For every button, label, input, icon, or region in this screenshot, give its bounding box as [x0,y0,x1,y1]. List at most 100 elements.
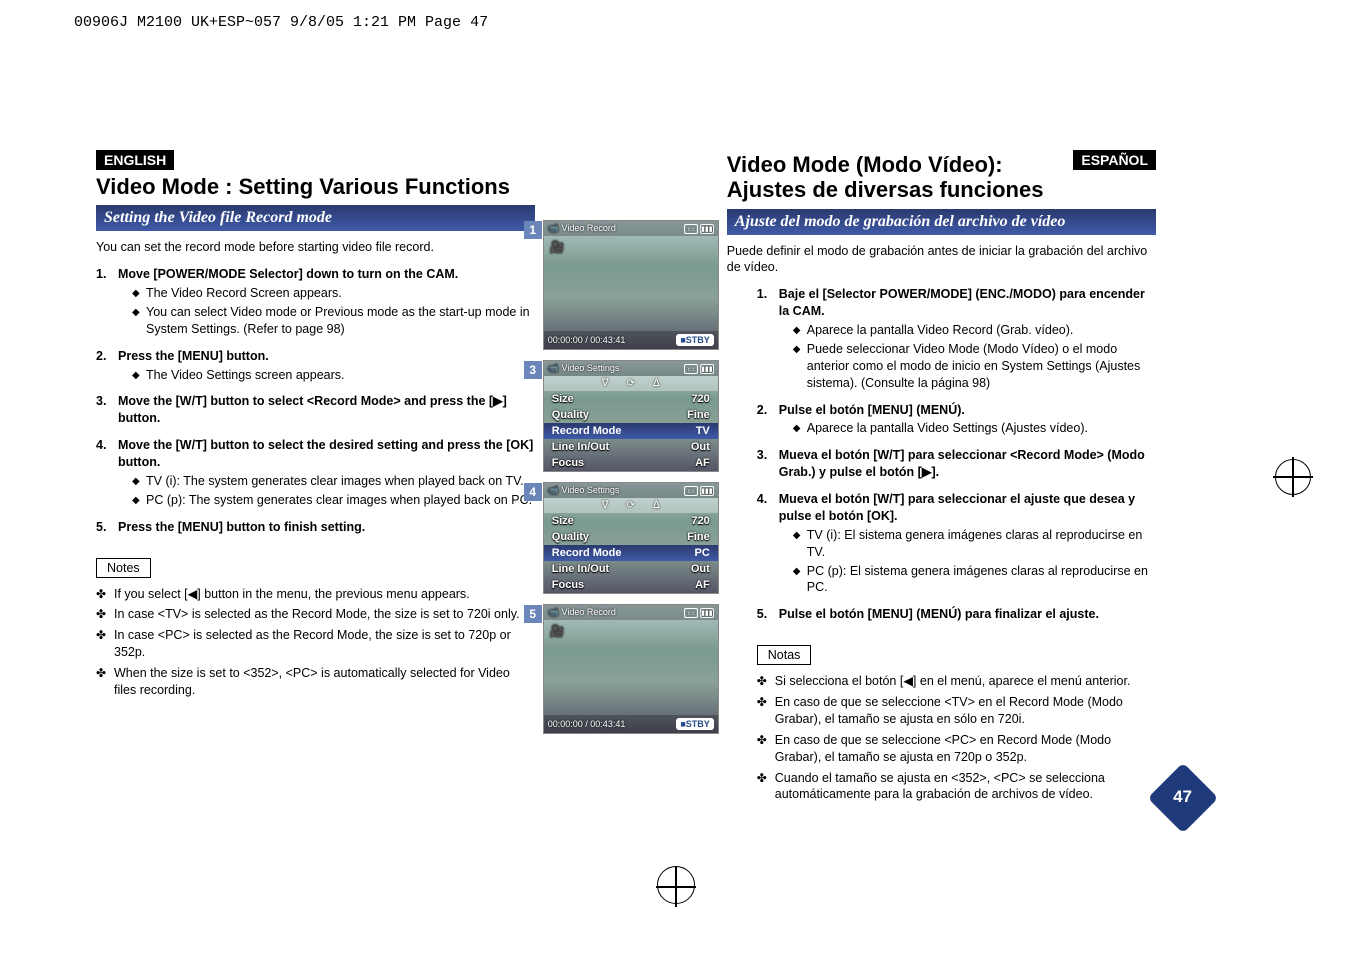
tab-center-icon: ⟳ [627,378,635,389]
right-note3: En caso de que se seleccione <PC> en Rec… [757,732,1156,766]
shot1-title: 📹 Video Record [548,223,616,234]
left-step4-b1: TV (i): The system generates clear image… [132,473,535,490]
lang-badge-en: ENGLISH [96,150,174,170]
left-step4-head: Move the [W/T] button to select the desi… [118,438,533,469]
left-notes-label: Notes [96,558,151,578]
battery-icon: ▮▮▮ [700,224,714,234]
right-step1-b2: Puede seleccionar Video Mode (Modo Vídeo… [793,341,1156,392]
left-note4: When the size is set to <352>, <PC> is a… [96,665,535,699]
crop-cross-right [1273,476,1313,478]
crop-cross-bottom [656,886,696,888]
left-step5-head: Press the [MENU] button to finish settin… [118,520,365,534]
tab-w-icon: ᐁ [602,378,609,389]
left-column: ENGLISH Video Mode : Setting Various Fun… [96,150,535,807]
s3-size-v: 720 [691,393,709,405]
tab-t-icon: ᐃ [653,500,660,511]
s3-rec-v: TV [696,425,710,437]
page-number: 47 [1173,787,1192,807]
left-step2-head: Press the [MENU] button. [118,349,269,363]
s3-line-l: Line In/Out [552,441,609,453]
s3-focus-l: Focus [552,457,584,469]
sd-icon: ▭ [684,224,698,234]
shot4-title: 📹 Video Settings [548,485,620,496]
left-intro: You can set the record mode before start… [96,239,535,256]
shot5-preview: 🎥 [544,620,718,715]
s3-rec-l: Record Mode [552,425,622,437]
lang-badge-es: ESPAÑOL [1073,150,1156,170]
right-step4-b1: TV (i): El sistema genera imágenes clara… [793,527,1156,561]
camcorder-icon: 🎥 [550,240,565,254]
shot3-indicators: ▭ ▮▮▮ [684,364,714,374]
left-section-title: Video Mode : Setting Various Functions [96,174,535,199]
s3-qual-v: Fine [687,409,710,421]
left-step1-b1: The Video Record Screen appears. [132,285,535,302]
s4-rec-l: Record Mode [552,547,622,559]
tab-w-icon: ᐁ [602,500,609,511]
s4-qual-v: Fine [687,531,710,543]
s4-rec-v: PC [694,547,709,559]
s4-qual-l: Quality [552,531,589,543]
stby-badge: ■STBY [676,718,713,730]
left-note1: If you select [◀] button in the menu, th… [96,586,535,603]
shot1-indicators: ▭ ▮▮▮ [684,224,714,234]
shot-number-1: 1 [524,221,542,239]
left-step4-b2: PC (p): The system generates clear image… [132,492,535,509]
right-notes: Si selecciona el botón [◀] en el menú, a… [727,673,1156,803]
s3-line-v: Out [691,441,710,453]
right-steps: Baje el [Selector POWER/MODE] (ENC./MODO… [727,286,1156,623]
left-subtitle: Setting the Video file Record mode [96,205,535,231]
right-step3-head: Mueva el botón [W/T] para seleccionar <R… [779,448,1145,479]
print-header-strip: 00906J M2100 UK+ESP~057 9/8/05 1:21 PM P… [74,14,488,31]
right-step1-head: Baje el [Selector POWER/MODE] (ENC./MODO… [779,287,1145,318]
shot-number-3: 3 [524,361,542,379]
right-step1-b1: Aparece la pantalla Video Record (Grab. … [793,322,1156,339]
left-notes: If you select [◀] button in the menu, th… [96,586,535,699]
left-step3-head: Move the [W/T] button to select <Record … [118,394,507,425]
s3-size-l: Size [552,393,574,405]
right-subtitle: Ajuste del modo de grabación del archivo… [727,209,1156,235]
left-step1-head: Move [POWER/MODE Selector] down to turn … [118,267,458,281]
shot5-title: 📹 Video Record [548,607,616,618]
right-note4: Cuando el tamaño se ajusta en <352>, <PC… [757,770,1156,804]
shot1-time: 00:00:00 / 00:43:41 [548,335,626,345]
right-note1: Si selecciona el botón [◀] en el menú, a… [757,673,1156,690]
left-note3: In case <PC> is selected as the Record M… [96,627,535,661]
shot-number-4: 4 [524,483,542,501]
screenshot-1: 1 📹 Video Record ▭ ▮▮▮ 🎥 00:00:00 / 00:4… [543,220,719,350]
s4-size-v: 720 [691,515,709,527]
battery-icon: ▮▮▮ [700,486,714,496]
s4-size-l: Size [552,515,574,527]
shot4-tabs: ᐁ ⟳ ᐃ [544,498,718,513]
stby-badge: ■STBY [676,334,713,346]
sd-icon: ▭ [684,608,698,618]
camcorder-icon: 🎥 [550,624,565,638]
sd-icon: ▭ [684,486,698,496]
right-step4-head: Mueva el botón [W/T] para seleccionar el… [779,492,1135,523]
shot1-preview: 🎥 [544,236,718,331]
left-step1-b2: You can select Video mode or Previous mo… [132,304,535,338]
right-step2-b1: Aparece la pantalla Video Settings (Ajus… [793,420,1156,437]
sd-icon: ▭ [684,364,698,374]
shot5-time: 00:00:00 / 00:43:41 [548,719,626,729]
right-column: ESPAÑOL Video Mode (Modo Vídeo): Ajustes… [727,150,1156,807]
tab-t-icon: ᐃ [653,378,660,389]
s4-focus-v: AF [695,579,710,591]
right-step4-b2: PC (p): El sistema genera imágenes clara… [793,563,1156,597]
screenshot-3: 3 📹 Video Settings ▭ ▮▮▮ ᐁ ⟳ ᐃ Size720 Q… [543,360,719,472]
s4-focus-l: Focus [552,579,584,591]
left-note2: In case <TV> is selected as the Record M… [96,606,535,623]
shot4-indicators: ▭ ▮▮▮ [684,486,714,496]
screenshot-5: 5 📹 Video Record ▭ ▮▮▮ 🎥 00:00:00 / 00:4… [543,604,719,734]
right-note2: En caso de que se seleccione <TV> en el … [757,694,1156,728]
screenshots-column: 1 📹 Video Record ▭ ▮▮▮ 🎥 00:00:00 / 00:4… [543,150,719,807]
tab-center-icon: ⟳ [627,500,635,511]
right-step5-head: Pulse el botón [MENU] (MENÚ) para finali… [779,607,1099,621]
right-intro: Puede definir el modo de grabación antes… [727,243,1156,277]
screenshot-4: 4 📹 Video Settings ▭ ▮▮▮ ᐁ ⟳ ᐃ Size720 Q… [543,482,719,594]
left-steps: Move [POWER/MODE Selector] down to turn … [96,266,535,535]
right-notes-label: Notas [757,645,812,665]
battery-icon: ▮▮▮ [700,608,714,618]
crop-circle-right [1275,459,1311,495]
shot3-tabs: ᐁ ⟳ ᐃ [544,376,718,391]
shot-number-5: 5 [524,605,542,623]
